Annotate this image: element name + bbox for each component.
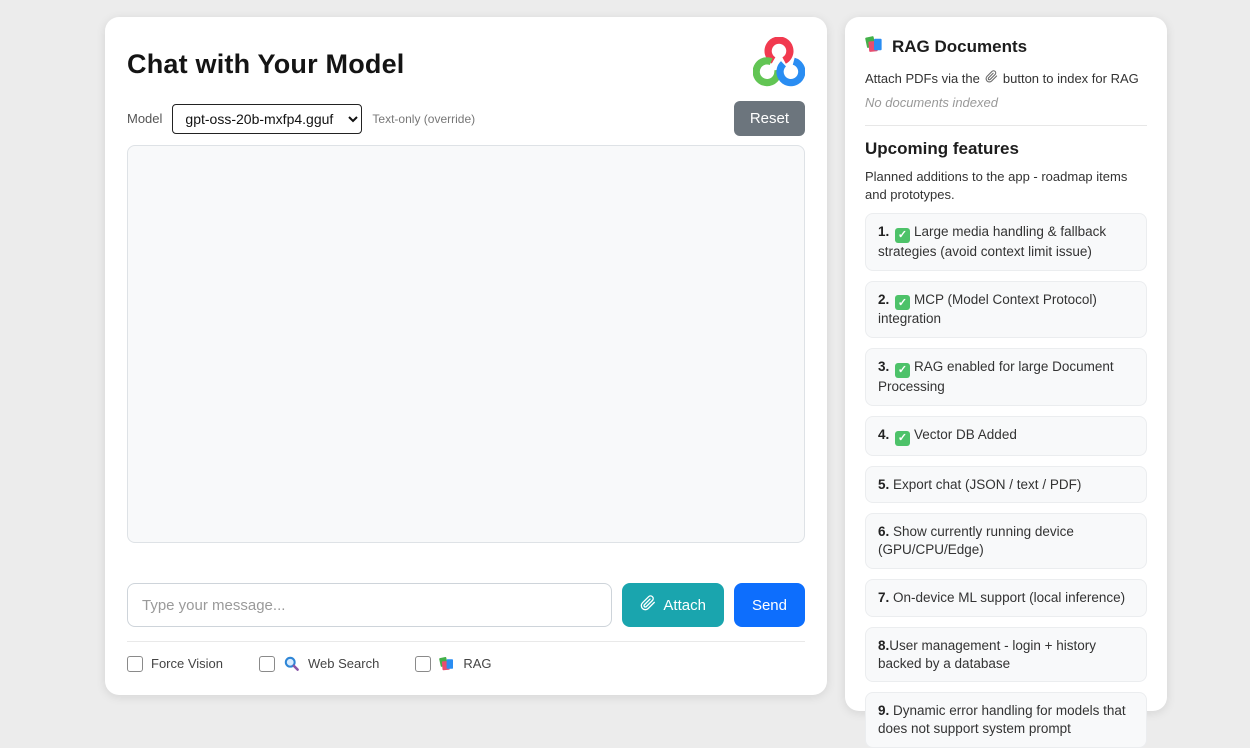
attach-label: Attach: [663, 597, 706, 614]
rag-documents-title: RAG Documents: [892, 37, 1027, 57]
opencv-logo-icon: [753, 37, 805, 95]
feature-item-1: 1. ✓Large media handling & fallback stra…: [865, 213, 1147, 271]
paperclip-icon: [985, 70, 998, 86]
chat-header: Chat with Your Model: [127, 37, 805, 95]
web-search-checkbox[interactable]: [259, 656, 275, 672]
chat-panel: Chat with Your Model Model gpt-oss-20b-m…: [105, 17, 827, 695]
books-icon: [439, 656, 455, 672]
force-vision-toggle[interactable]: Force Vision: [127, 656, 223, 672]
rag-checkbox[interactable]: [415, 656, 431, 672]
force-vision-label: Force Vision: [151, 656, 223, 671]
sidebar-divider: [865, 125, 1147, 126]
check-icon: ✓: [895, 228, 910, 243]
no-documents-message: No documents indexed: [865, 95, 1147, 110]
feature-item-8: 8.User management - login + history back…: [865, 627, 1147, 683]
page-title: Chat with Your Model: [127, 49, 405, 80]
reset-button[interactable]: Reset: [734, 101, 805, 136]
divider: [127, 641, 805, 642]
rag-documents-header: RAG Documents: [865, 35, 1147, 59]
feature-item-6: 6. Show currently running device (GPU/CP…: [865, 513, 1147, 569]
model-label: Model: [127, 111, 162, 126]
check-icon: ✓: [895, 295, 910, 310]
message-input-row: Attach Send: [127, 583, 805, 627]
attach-button[interactable]: Attach: [622, 583, 724, 627]
upcoming-features-title: Upcoming features: [865, 139, 1147, 159]
toggles-row: Force Vision Web Search: [127, 655, 805, 672]
send-label: Send: [752, 597, 787, 614]
search-icon: [283, 655, 300, 672]
force-vision-checkbox[interactable]: [127, 656, 143, 672]
model-row: Model gpt-oss-20b-mxfp4.gguf Text-only (…: [127, 101, 805, 136]
web-search-label: Web Search: [308, 656, 379, 671]
feature-item-9: 9. Dynamic error handling for models tha…: [865, 692, 1147, 748]
check-icon: ✓: [895, 431, 910, 446]
message-input[interactable]: [127, 583, 612, 627]
books-icon: [865, 35, 884, 59]
model-select[interactable]: gpt-oss-20b-mxfp4.gguf: [172, 104, 362, 134]
paperclip-icon: [640, 595, 656, 615]
send-button[interactable]: Send: [734, 583, 805, 627]
model-note: Text-only (override): [372, 112, 475, 126]
page: Chat with Your Model Model gpt-oss-20b-m…: [0, 0, 1250, 739]
upcoming-features-description: Planned additions to the app - roadmap i…: [865, 168, 1147, 203]
rag-toggle[interactable]: RAG: [415, 656, 491, 672]
rag-instructions: Attach PDFs via the button to index for …: [865, 70, 1147, 86]
rag-label: RAG: [463, 656, 491, 671]
check-icon: ✓: [895, 363, 910, 378]
chat-history-area[interactable]: [127, 145, 805, 543]
feature-item-5: 5. Export chat (JSON / text / PDF): [865, 466, 1147, 504]
feature-item-3: 3. ✓RAG enabled for large Document Proce…: [865, 348, 1147, 406]
feature-item-4: 4. ✓Vector DB Added: [865, 416, 1147, 456]
web-search-toggle[interactable]: Web Search: [259, 655, 379, 672]
feature-item-2: 2. ✓MCP (Model Context Protocol) integra…: [865, 281, 1147, 339]
feature-item-7: 7. On-device ML support (local inference…: [865, 579, 1147, 617]
rag-sidebar: RAG Documents Attach PDFs via the button…: [845, 17, 1167, 711]
